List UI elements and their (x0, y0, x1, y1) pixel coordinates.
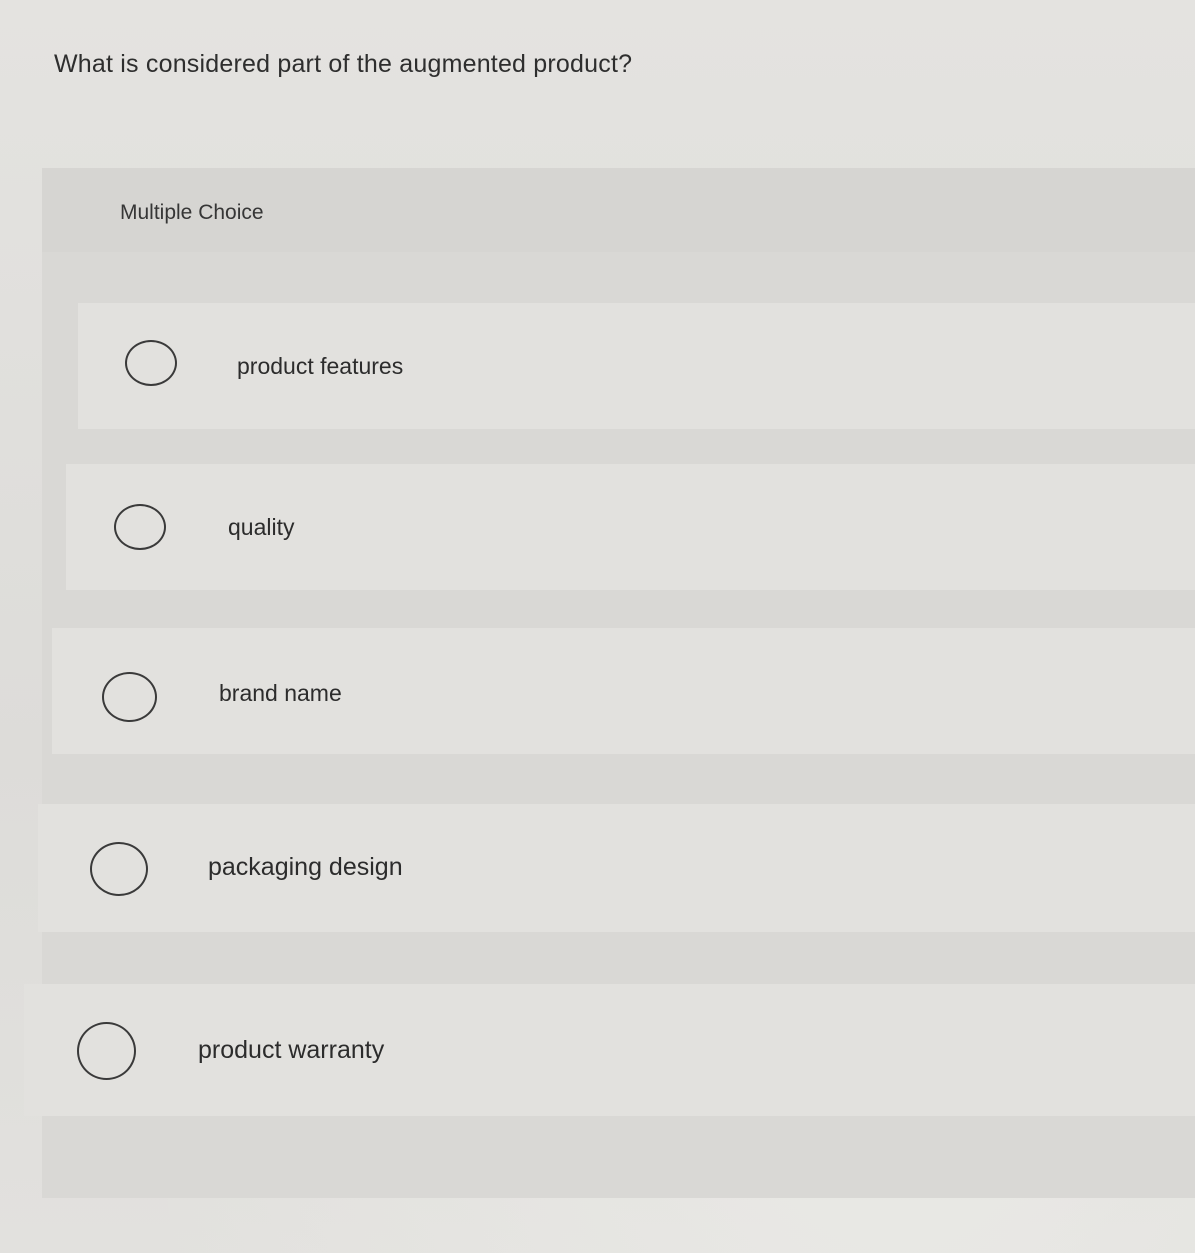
answer-option-brand-name[interactable]: brand name (52, 628, 1195, 754)
answer-option-product-features[interactable]: product features (78, 303, 1195, 429)
answer-option-packaging-design[interactable]: packaging design (38, 804, 1195, 932)
answer-option-label: brand name (219, 680, 342, 706)
answer-option-label: product features (237, 353, 404, 379)
answer-option-quality[interactable]: quality (66, 464, 1195, 590)
answer-option-label: quality (228, 514, 295, 540)
quiz-page: What is considered part of the augmented… (0, 0, 1195, 1253)
answer-option-label: packaging design (208, 853, 403, 881)
answer-option-product-warranty[interactable]: product warranty (24, 984, 1195, 1116)
radio-button-icon[interactable] (125, 340, 177, 386)
radio-button-icon[interactable] (114, 504, 166, 550)
answer-panel-header: Multiple Choice (42, 168, 1195, 252)
radio-button-icon[interactable] (90, 842, 148, 896)
question-type-label: Multiple Choice (120, 201, 264, 224)
radio-button-icon[interactable] (77, 1022, 136, 1080)
answer-option-label: product warranty (198, 1036, 385, 1064)
question-text: What is considered part of the augmented… (54, 50, 633, 78)
radio-button-icon[interactable] (102, 672, 157, 722)
